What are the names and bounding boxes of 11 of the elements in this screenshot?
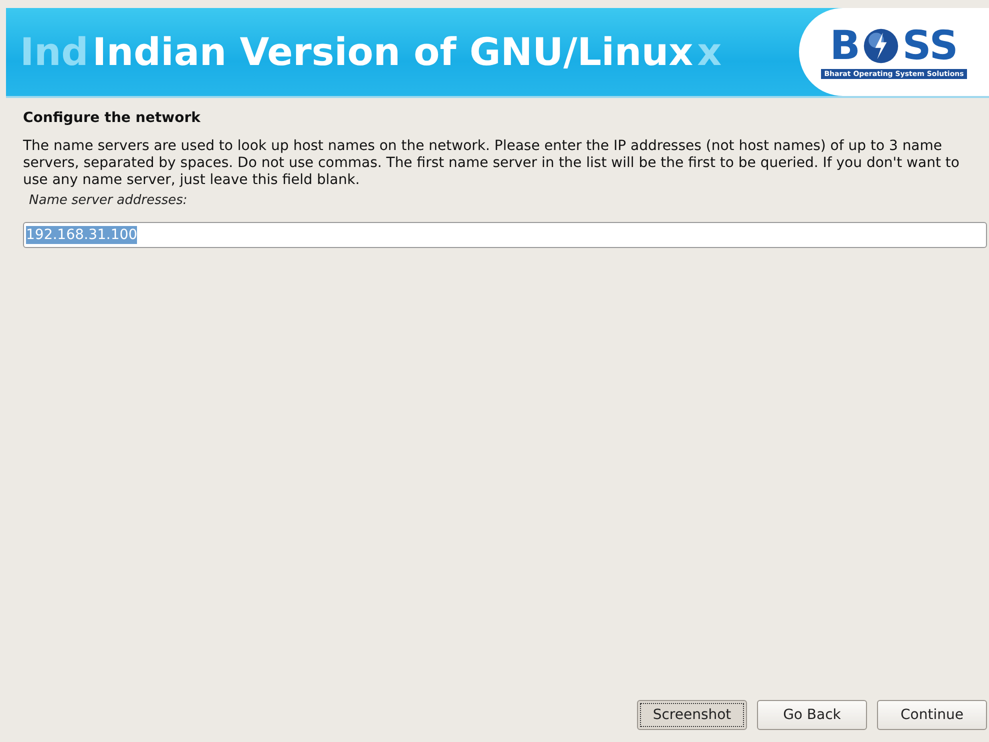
page-heading: Configure the network <box>23 110 202 126</box>
logo-letters: B <box>830 26 860 66</box>
dialog-button[interactable]: Screenshot <box>637 700 747 730</box>
field-label: Name server addresses: <box>29 193 188 208</box>
banner-ghost-text: Ind <box>20 30 88 74</box>
dialog-button[interactable]: Continue <box>877 700 987 730</box>
banner-ghost-text: x <box>697 30 722 74</box>
dialog-button[interactable]: Go Back <box>757 700 867 730</box>
description-text: The name servers are used to look up host names on the network. Please enter the IP addresses (not host names) of up to 3 name servers, separated by spaces. Do not use commas. The first name server in the list will be the first to be queried. If you don't want to use any name server, just leave this field blank. <box>23 138 960 189</box>
banner-title: Indian Version of GNU/Linux <box>92 30 694 74</box>
logo-letters: SS <box>902 26 958 66</box>
